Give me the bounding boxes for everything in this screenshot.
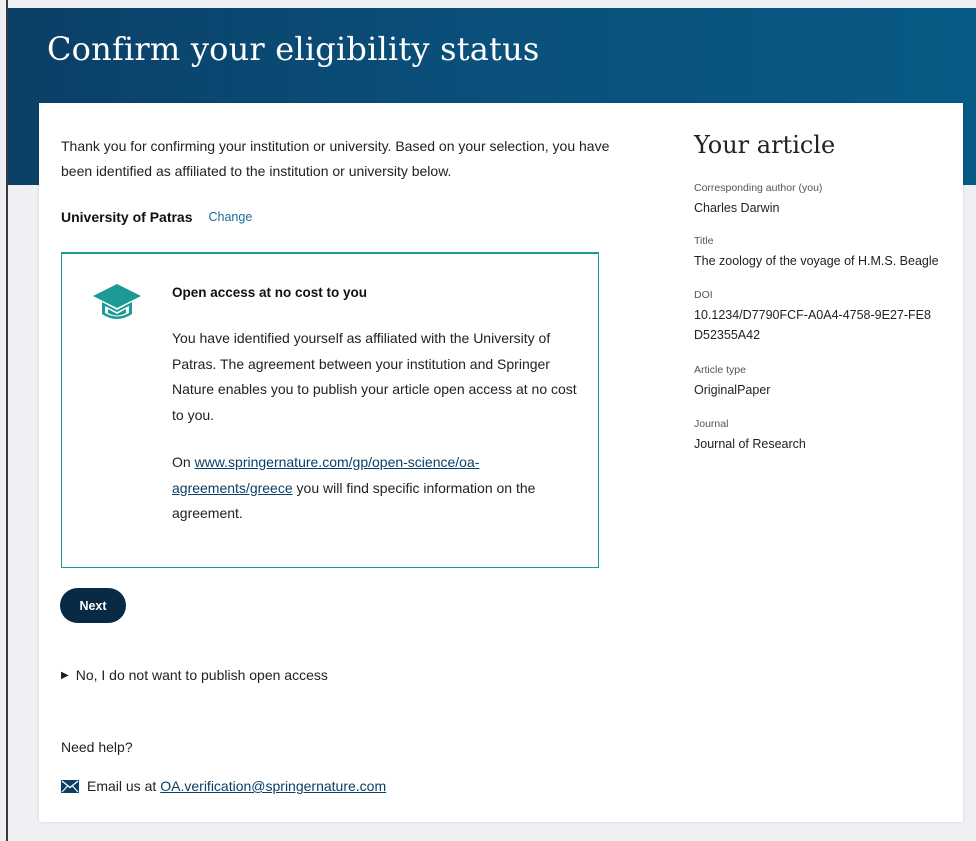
institution-row: University of Patras Change [61, 207, 252, 227]
article-heading: Your article [694, 131, 836, 159]
intro-text: Thank you for confirming your institutio… [61, 138, 610, 179]
decline-open-access-toggle[interactable]: ▶ No, I do not want to publish open acce… [61, 665, 328, 685]
doi-label: DOI [694, 289, 713, 301]
help-email-row: Email us at OA.verification@springernatu… [61, 776, 386, 796]
author-field: Corresponding author (you) Charles Darwi… [694, 181, 954, 218]
next-button[interactable]: Next [60, 588, 126, 623]
article-type-value: OriginalPaper [694, 383, 771, 397]
journal-value: Journal of Research [694, 437, 806, 451]
author-label: Corresponding author (you) [694, 182, 823, 194]
open-access-description: You have identified yourself as affiliat… [172, 330, 577, 423]
article-summary: Your article Corresponding author (you) … [694, 131, 954, 451]
email-prefix: Email us at [87, 778, 157, 794]
title-label: Title [694, 235, 714, 247]
graduation-cap-icon [93, 284, 141, 319]
doi-value: 10.1234/D7790FCF-A0A4-4758-9E27-FE8D5235… [694, 308, 931, 342]
eligibility-card: Thank you for confirming your institutio… [39, 103, 963, 822]
title-value: The zoology of the voyage of H.M.S. Beag… [694, 254, 939, 268]
institution-name: University of Patras [61, 209, 193, 225]
title-field: Title The zoology of the voyage of H.M.S… [694, 234, 954, 271]
change-institution-link[interactable]: Change [209, 210, 253, 224]
agreement-info-paragraph: On www.springernature.com/gp/open-scienc… [172, 450, 577, 527]
article-type-field: Article type OriginalPaper [694, 363, 954, 400]
agreement-prefix: On [172, 454, 195, 470]
article-type-label: Article type [694, 364, 746, 376]
journal-label: Journal [694, 418, 729, 430]
author-value: Charles Darwin [694, 201, 780, 215]
doi-field: DOI 10.1234/D7790FCF-A0A4-4758-9E27-FE8D… [694, 288, 954, 345]
page-title: Confirm your eligibility status [47, 30, 540, 68]
envelope-icon [61, 779, 79, 793]
decline-open-access-label: No, I do not want to publish open access [75, 667, 328, 683]
help-heading: Need help? [61, 739, 133, 755]
open-access-info-box: Open access at no cost to you You have i… [61, 252, 599, 568]
journal-field: Journal Journal of Research [694, 417, 954, 454]
open-access-title: Open access at no cost to you [172, 285, 368, 300]
disclosure-triangle-icon: ▶ [61, 669, 69, 681]
help-email-link[interactable]: OA.verification@springernature.com [160, 778, 386, 794]
